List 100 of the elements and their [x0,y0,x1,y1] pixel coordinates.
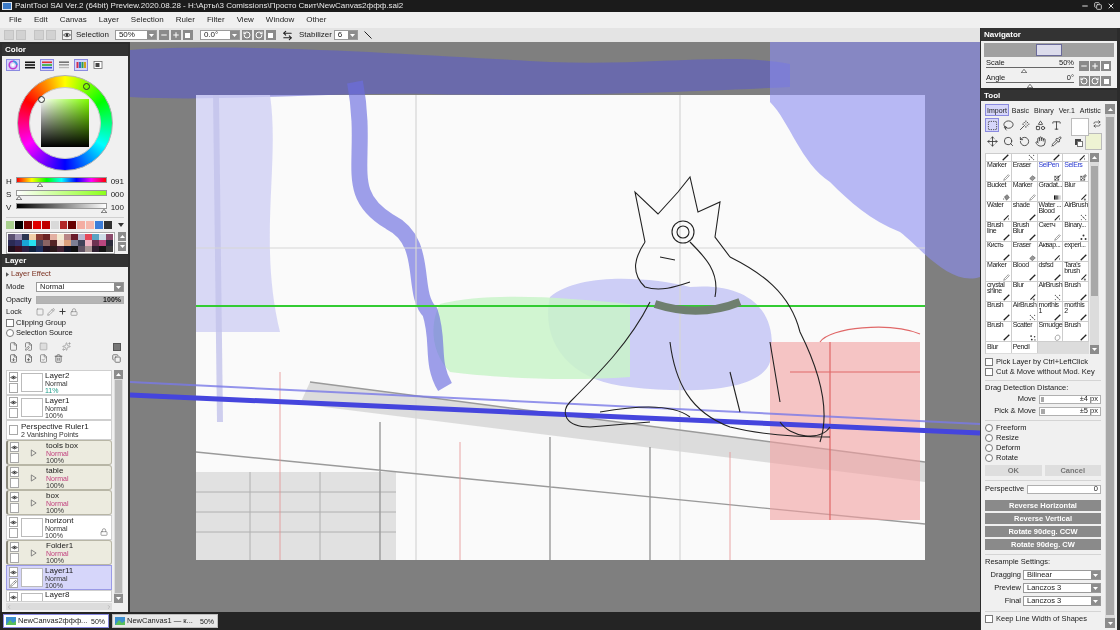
menu-item[interactable]: Canvas [59,16,87,24]
radio-button[interactable] [985,434,993,442]
radio-button[interactable] [985,444,993,452]
navigator-slider[interactable] [986,67,1074,73]
color-mode-button[interactable] [23,59,37,71]
menu-item[interactable]: Selection [130,16,164,24]
tool-button[interactable] [1033,118,1047,132]
palette-swatch[interactable] [15,246,22,252]
menu-item[interactable]: Filter [206,16,225,24]
scroll-up-button[interactable] [114,370,123,379]
sparkle-icon[interactable] [62,342,71,351]
color-mode-button[interactable] [74,59,88,71]
pencil-icon[interactable] [47,307,55,316]
scrollbar[interactable] [114,370,123,603]
color-swatch[interactable] [23,221,32,229]
zoom-out-button[interactable] [1079,61,1089,71]
square-icon[interactable] [39,342,48,351]
scroll-thumb[interactable] [115,380,122,593]
lock-icon[interactable] [70,307,78,316]
tool-button[interactable] [1033,134,1047,148]
zoom-reset-button[interactable] [182,30,193,40]
color-mode-button[interactable] [6,59,20,71]
palette-swatch[interactable] [106,240,113,246]
visibility-toggle[interactable] [9,592,18,601]
tool-button[interactable] [985,134,999,148]
palette-swatch[interactable] [57,240,64,246]
palette-swatch[interactable] [99,234,106,240]
page-icon[interactable] [9,342,18,351]
menu-item[interactable]: Layer [98,16,119,24]
menu-item[interactable]: View [236,16,254,24]
palette-swatch[interactable] [22,246,29,252]
rotate-reset-button[interactable] [1101,76,1111,86]
rotate-reset-button[interactable] [265,30,276,40]
zoom-out-button[interactable] [158,30,169,40]
scroll-up-button[interactable] [118,232,126,241]
palette-swatch[interactable] [50,234,57,240]
checkbox[interactable] [985,358,993,366]
layer-flag-box[interactable] [9,578,18,588]
menu-item[interactable]: Ruler [175,16,195,24]
color-swatch[interactable] [68,221,77,229]
stacked-squares-icon[interactable] [112,354,121,363]
pen-page-icon[interactable] [24,342,33,351]
color-slider[interactable] [15,189,107,200]
secondary-color-swatch[interactable] [1085,133,1102,150]
palette-swatch[interactable] [8,240,15,246]
page-check-icon[interactable] [39,354,48,363]
stabilizer-dropdown[interactable]: 6 [333,30,358,40]
visibility-toggle[interactable] [9,567,18,577]
checkbox[interactable] [985,368,993,376]
palette-swatch[interactable] [64,240,71,246]
checkbox[interactable] [6,319,14,327]
palette-swatch[interactable] [8,246,15,252]
angle-dropdown[interactable]: 0.0° [199,30,240,40]
zoom-in-button[interactable] [1090,61,1100,71]
plus-icon[interactable] [58,307,67,316]
color-swatch[interactable] [95,221,104,229]
palette-swatch[interactable] [64,234,71,240]
scroll-down-button[interactable] [118,242,126,251]
expand-arrow-icon[interactable] [6,271,9,277]
expand-triangle-icon[interactable] [29,498,37,507]
color-swatch[interactable] [50,221,59,229]
palette-swatch[interactable] [15,240,22,246]
palette-swatch[interactable] [78,234,85,240]
visibility-toggle[interactable] [9,517,18,527]
expand-triangle-icon[interactable] [29,473,37,482]
layer-row[interactable]: Layer8 [6,590,112,602]
palette-swatch[interactable] [85,234,92,240]
palette-swatch[interactable] [8,234,15,240]
visibility-toggle[interactable] [9,397,18,407]
palette-swatch[interactable] [85,246,92,252]
palette-swatch[interactable] [43,234,50,240]
page-plus-icon[interactable] [24,354,33,363]
trash-icon[interactable] [54,354,63,363]
diagonal-line-icon[interactable] [363,31,372,39]
square-icon[interactable] [36,307,44,316]
rotate-left-button[interactable] [241,30,252,40]
rotate-right-button[interactable] [1090,76,1100,86]
radio-button[interactable] [6,329,14,337]
palette-swatch[interactable] [92,246,99,252]
visibility-toggle[interactable] [10,542,19,552]
color-slider[interactable] [15,202,107,213]
menu-item[interactable]: File [9,16,22,24]
color-swatch[interactable] [6,221,14,229]
swap-arrows-icon[interactable] [1093,120,1101,128]
color-mode-button[interactable] [57,59,71,71]
brush-slot[interactable] [1063,154,1089,162]
scroll-up-button[interactable] [1090,153,1099,162]
color-swatch[interactable] [32,221,41,229]
tool-button[interactable] [1001,134,1015,148]
saturation-value-square[interactable] [41,99,89,147]
minimize-icon[interactable] [1081,2,1089,10]
layer-flag-box[interactable] [9,383,18,393]
palette-swatch[interactable] [43,246,50,252]
slider-thumb-icon[interactable] [1027,84,1033,88]
visibility-toggle[interactable] [9,425,18,435]
slider-thumb-icon[interactable] [1021,69,1028,73]
palette-swatch[interactable] [36,234,43,240]
overlapping-squares-icon[interactable] [1075,139,1083,147]
scroll-up-button[interactable] [1105,104,1115,114]
visibility-toggle[interactable] [10,442,19,452]
